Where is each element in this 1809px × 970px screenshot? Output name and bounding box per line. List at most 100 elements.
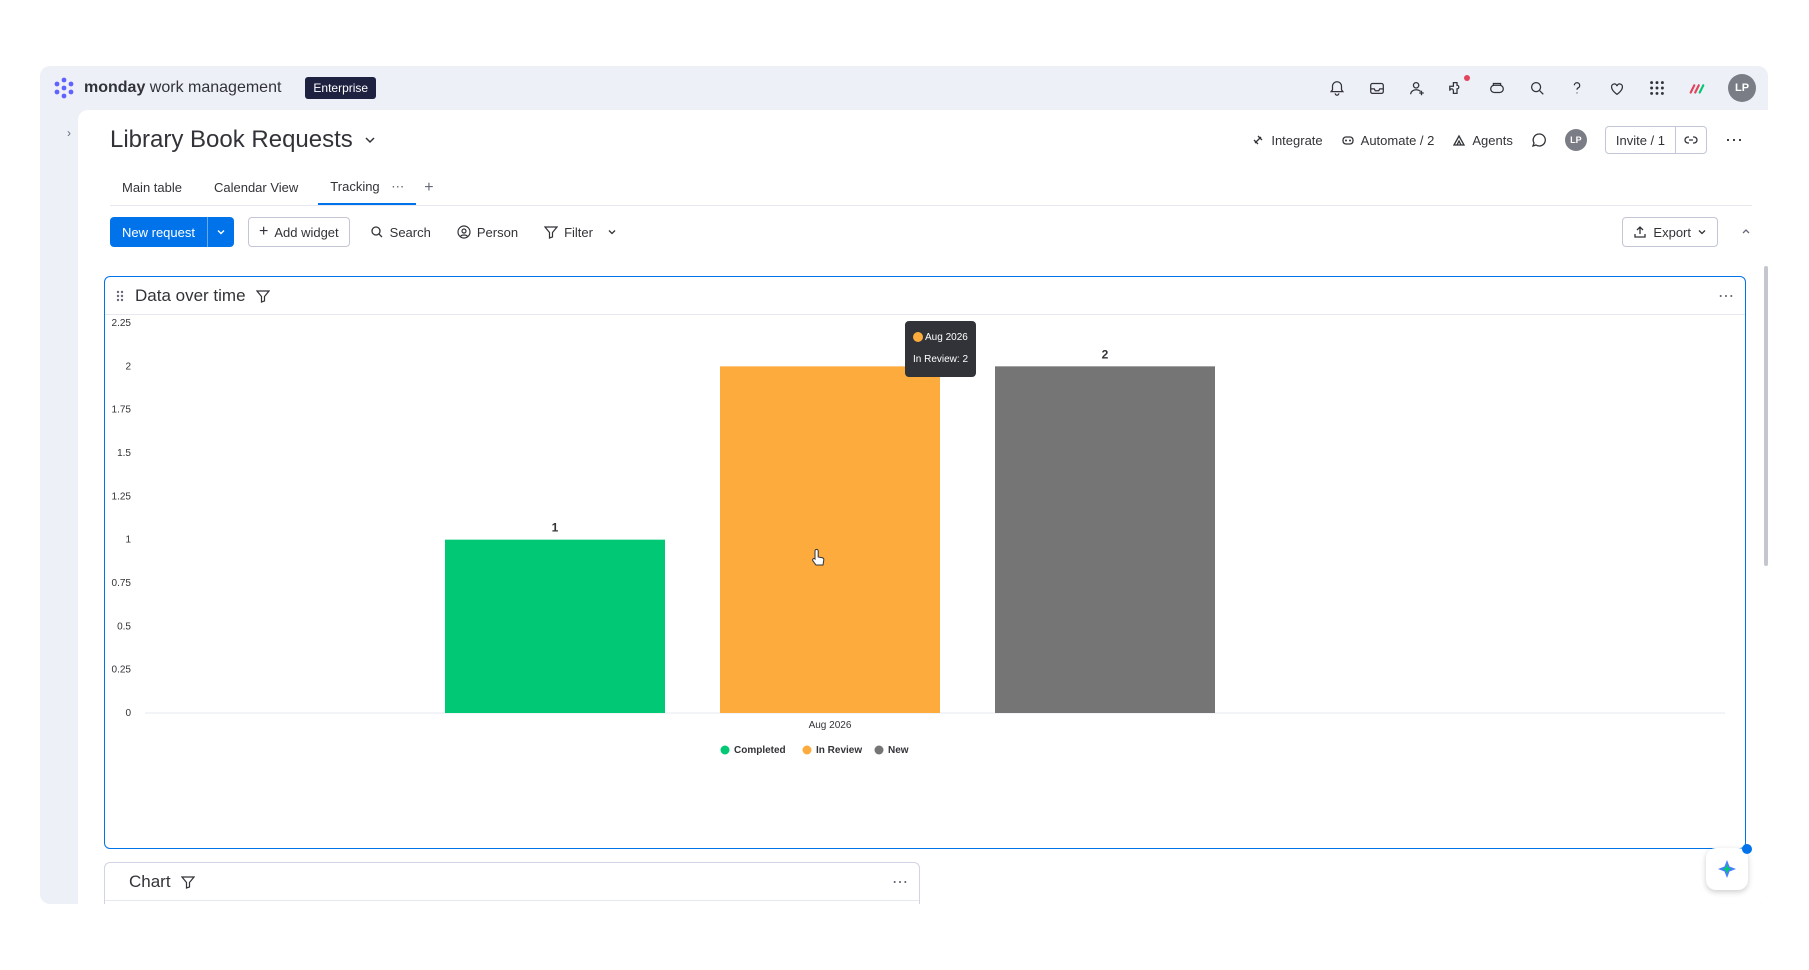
widget-menu-icon[interactable]: ⋯ [1718, 286, 1735, 306]
person-icon [457, 225, 471, 239]
search-icon[interactable] [1528, 79, 1546, 97]
integrate-button[interactable]: Integrate [1251, 132, 1323, 148]
sparkle-icon [1718, 860, 1736, 878]
automate-icon [1342, 136, 1354, 145]
bell-icon[interactable] [1328, 79, 1346, 97]
new-request-button[interactable]: New request [110, 217, 234, 247]
tooltip-period-row: Aug 2026 [913, 327, 968, 349]
y-tick-label: 0 [125, 708, 131, 719]
integrate-label: Integrate [1271, 132, 1323, 148]
automate-button[interactable]: Automate / 2 [1341, 132, 1435, 148]
upload-icon [1634, 226, 1647, 238]
scrollbar[interactable] [1764, 266, 1768, 566]
tab-options-icon[interactable]: ⋯ [391, 179, 404, 194]
chart-widget[interactable]: Chart ⋯ [104, 862, 920, 904]
x-tick-label: Aug 2026 [809, 720, 852, 731]
bar-new [995, 366, 1215, 713]
top-icons: LP [1328, 66, 1756, 110]
logo[interactable]: monday work management Enterprise [52, 76, 377, 100]
filter-button[interactable]: Filter [538, 225, 623, 240]
apps-icon [1449, 81, 1460, 95]
inbox-icon[interactable] [1368, 79, 1386, 97]
widget-header: Data over time ⋯ [105, 277, 1745, 315]
toolbar-right: Export [1622, 217, 1752, 247]
legend-item: In Review [816, 745, 862, 756]
search-icon [371, 226, 383, 238]
plus-icon: + [258, 223, 269, 240]
main-panel: Library Book Requests Integrate Automate… [78, 110, 1768, 904]
tab-main-table[interactable]: Main table [110, 172, 194, 203]
add-widget-button[interactable]: + Add widget [247, 217, 350, 247]
widget-title: Chart [129, 871, 171, 891]
board-title[interactable]: Library Book Requests [110, 126, 353, 154]
ai-assistant-button[interactable] [1706, 844, 1752, 890]
new-request-dropdown[interactable] [206, 217, 234, 247]
automate-label: Automate / 2 [1360, 132, 1435, 148]
sidebar-expand-icon[interactable]: › [60, 124, 78, 142]
legend-marker [874, 745, 884, 755]
app-window: monday work management Enterprise LP › L… [40, 66, 1768, 904]
agents-icon [1453, 134, 1466, 146]
board-toolbar: New request + Add widget Search Person F… [110, 216, 1752, 248]
widget-menu-icon[interactable]: ⋯ [892, 872, 909, 892]
y-tick-label: 1.5 [117, 448, 131, 459]
y-tick-label: 1.75 [112, 405, 132, 416]
board-owner-avatar[interactable]: LP [1564, 129, 1587, 151]
product-switcher-icon[interactable] [1688, 79, 1706, 97]
add-widget-label: Add widget [274, 224, 339, 240]
agents-button[interactable]: Agents [1452, 132, 1513, 148]
drag-handle-icon[interactable] [115, 289, 125, 303]
filter-icon[interactable] [180, 875, 195, 889]
tooltip-text: In Review: 2 [913, 354, 969, 365]
filter-icon[interactable] [255, 289, 270, 303]
data-label: 1 [552, 521, 559, 535]
bar-chart: 0 0.25 0.5 0.75 1 1.25 1.5 1.75 2 2.25 1 2 Aug 2026 C… [112, 318, 1725, 756]
heart-icon[interactable] [1608, 79, 1626, 97]
export-button[interactable]: Export [1622, 217, 1718, 247]
grid-menu-icon[interactable] [1648, 79, 1666, 97]
user-avatar[interactable]: LP [1728, 74, 1756, 102]
invite-button[interactable]: Invite / 1 [1606, 127, 1675, 153]
bar-completed [445, 539, 665, 713]
help-icon[interactable] [1568, 79, 1586, 97]
y-tick-label: 0.25 [112, 665, 132, 676]
top-bar: monday work management Enterprise LP [40, 66, 1768, 110]
person-label: Person [476, 224, 519, 240]
tab-tracking-label: Tracking [330, 178, 380, 194]
tab-calendar-view[interactable]: Calendar View [202, 172, 310, 203]
collapse-icon[interactable] [1740, 226, 1752, 238]
copy-link-button[interactable] [1675, 127, 1706, 153]
invite-members-icon[interactable] [1408, 79, 1426, 97]
y-tick-label: 1.25 [112, 491, 132, 502]
search-button[interactable]: Search [364, 225, 437, 240]
integrate-icon [1253, 135, 1263, 145]
tooltip-period: Aug 2026 [925, 332, 968, 343]
export-label: Export [1653, 224, 1691, 240]
more-options-icon[interactable]: ⋯ [1725, 130, 1744, 151]
search-everything-icon[interactable] [1488, 79, 1506, 97]
y-tick-label: 0.75 [112, 578, 132, 589]
widget-header: Chart ⋯ [105, 863, 919, 901]
data-over-time-widget[interactable]: Data over time ⋯ 0 0.25 0.5 0.75 1 1.25 1.5 1.7… [104, 276, 1746, 849]
chevron-down-icon [1698, 230, 1706, 235]
ai-status-dot [1742, 844, 1752, 854]
tooltip-color-dot [913, 332, 923, 343]
apps-button[interactable] [1448, 75, 1470, 97]
agents-label: Agents [1472, 132, 1513, 148]
comment-icon[interactable] [1531, 132, 1547, 148]
chevron-down-icon[interactable] [363, 133, 377, 147]
filter-icon [544, 226, 559, 239]
tab-tracking[interactable]: Tracking ⋯ [318, 171, 417, 205]
legend-marker [802, 745, 812, 755]
legend-marker [720, 745, 730, 755]
y-tick-label: 1 [125, 535, 131, 546]
person-filter-button[interactable]: Person [451, 225, 524, 240]
monday-logo-icon [54, 77, 74, 99]
filter-label: Filter [564, 224, 593, 240]
legend-item: Completed [734, 745, 786, 756]
chevron-down-icon[interactable] [607, 227, 617, 237]
add-view-icon[interactable]: + [424, 179, 433, 197]
search-label: Search [389, 224, 431, 240]
y-tick-label: 2.25 [112, 318, 132, 329]
notification-dot [1464, 75, 1470, 81]
